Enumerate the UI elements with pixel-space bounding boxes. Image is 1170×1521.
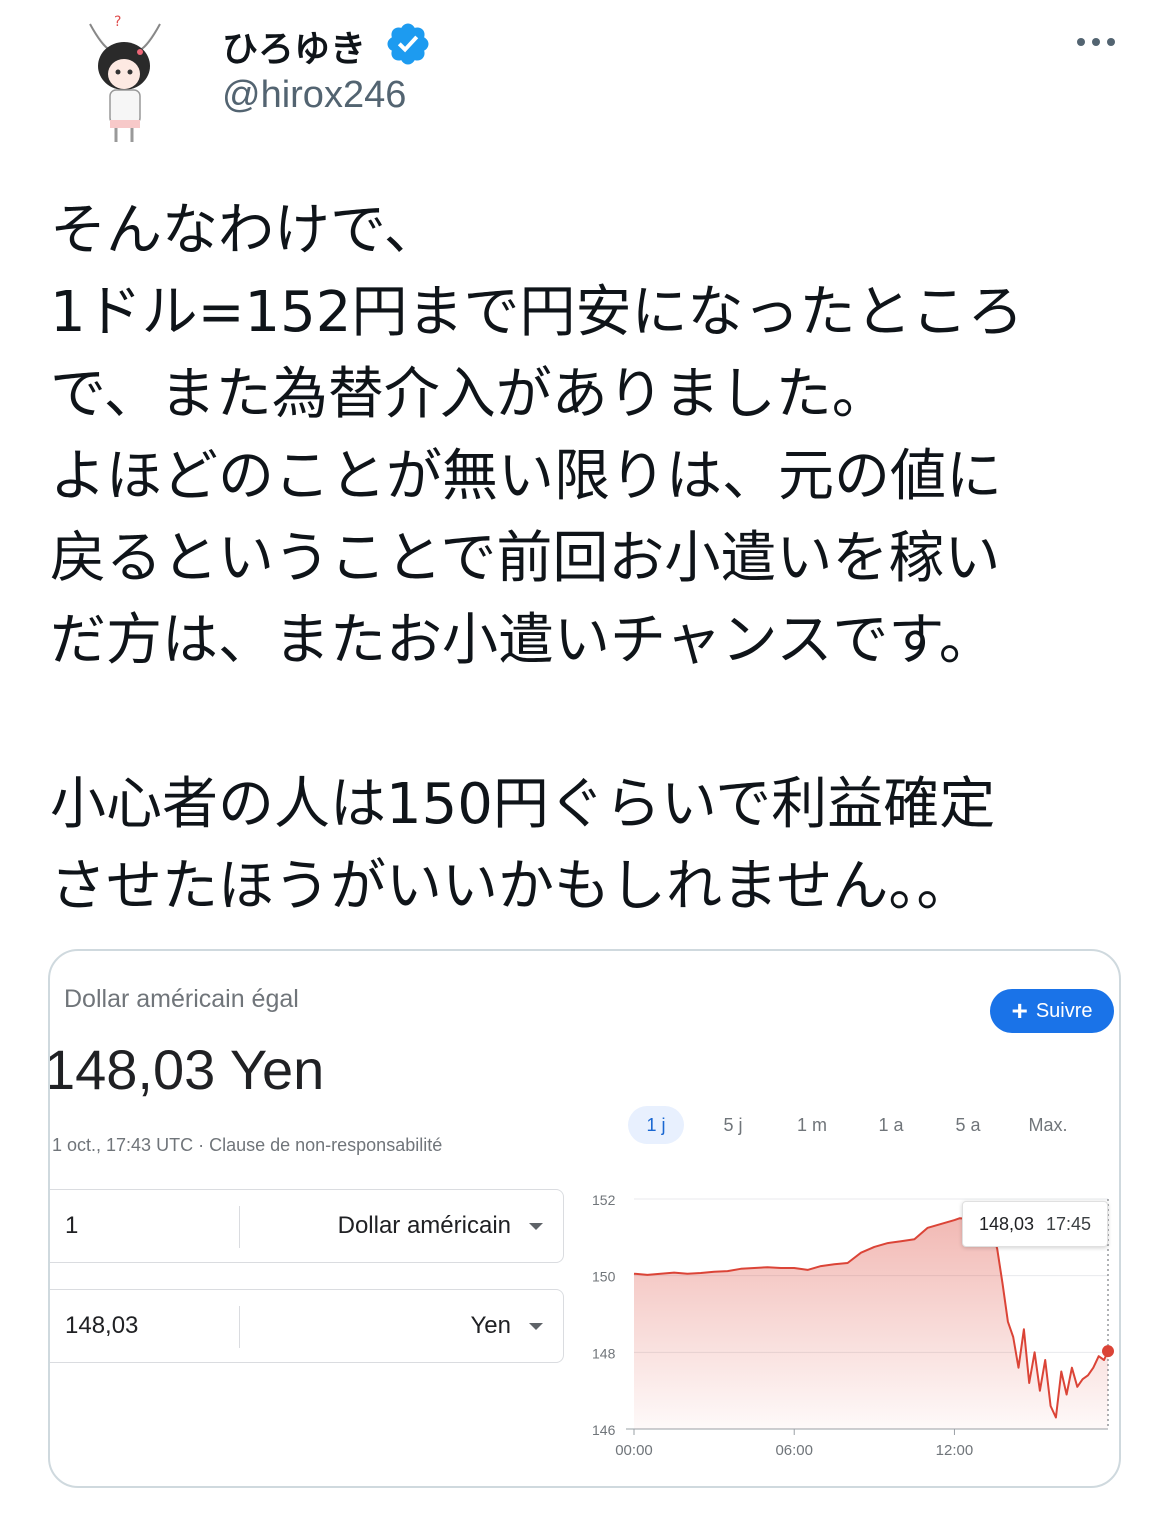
range-tab-1j[interactable]: 1 j bbox=[628, 1106, 684, 1144]
follow-label: Suivre bbox=[1035, 999, 1093, 1022]
author-handle[interactable]: @hirox246 bbox=[222, 74, 406, 117]
to-currency-field[interactable]: 148,03 Yen bbox=[50, 1289, 564, 1363]
tooltip-time: 17:45 bbox=[1046, 1213, 1092, 1234]
x-tick-label: 06:00 bbox=[775, 1442, 813, 1459]
x-tick-label: 12:00 bbox=[936, 1442, 974, 1459]
y-tick-label: 152 bbox=[592, 1192, 616, 1208]
plus-icon: + bbox=[1011, 995, 1028, 1026]
range-tab-max[interactable]: Max. bbox=[1016, 1106, 1080, 1144]
tweet-line: 戻るということで前回お小遣いを稼い bbox=[50, 526, 1001, 591]
svg-text:?: ? bbox=[114, 14, 121, 30]
from-amount[interactable]: 1 bbox=[65, 1212, 78, 1240]
verified-badge-icon bbox=[387, 23, 429, 65]
follow-button[interactable]: + Suivre bbox=[990, 989, 1114, 1033]
to-amount[interactable]: 148,03 bbox=[65, 1312, 138, 1340]
field-divider bbox=[239, 1206, 240, 1248]
timestamp: 1 oct., 17:43 UTC bbox=[52, 1135, 194, 1155]
tweet-line: で、また為替介入がありました。 bbox=[50, 362, 888, 427]
avatar[interactable]: ? bbox=[52, 4, 200, 152]
separator: · bbox=[193, 1135, 210, 1155]
more-icon[interactable] bbox=[1068, 22, 1124, 62]
chart-tooltip: 148,03 17:45 bbox=[962, 1201, 1108, 1247]
avatar-illustration: ? bbox=[89, 14, 161, 142]
attached-image[interactable]: Dollar américain égal 148,03 Yen 1 oct.,… bbox=[48, 949, 1121, 1488]
converted-price: 148,03 Yen bbox=[48, 1038, 325, 1101]
tweet-line: そんなわけで、 bbox=[50, 198, 440, 263]
tweet-text: そんなわけで、 1ドル=152円まで円安になったところ で、また為替介入がありま… bbox=[50, 190, 1140, 928]
y-tick-label: 146 bbox=[592, 1422, 616, 1438]
x-tick-label: 00:00 bbox=[615, 1442, 653, 1459]
tweet-line: 1ドル=152円まで円安になったところ bbox=[50, 280, 1024, 345]
range-tabs: 1 j 5 j 1 m 1 a 5 a Max. bbox=[628, 1106, 1108, 1144]
timestamp-line: 1 oct., 17:43 UTC · Clause de non-respon… bbox=[52, 1135, 442, 1156]
converter-title: Dollar américain égal bbox=[64, 985, 299, 1013]
y-tick-label: 148 bbox=[592, 1345, 616, 1361]
range-tab-1a[interactable]: 1 a bbox=[866, 1106, 916, 1144]
author-name[interactable]: ひろゆき bbox=[222, 20, 366, 72]
tooltip-value: 148,03 bbox=[978, 1213, 1034, 1234]
tweet-line: だ方は、またお小遣いチャンスです。 bbox=[50, 608, 995, 673]
chevron-down-icon[interactable] bbox=[529, 1223, 543, 1230]
from-unit-select[interactable]: Dollar américain bbox=[338, 1212, 511, 1240]
tweet-line: よほどのことが無い限りは、元の値に bbox=[50, 444, 1002, 509]
tweet-line: させたほうがいいかもしれません。。 bbox=[50, 854, 973, 919]
chevron-down-icon[interactable] bbox=[529, 1323, 543, 1330]
y-tick-label: 150 bbox=[592, 1269, 616, 1285]
to-unit-select[interactable]: Yen bbox=[471, 1312, 512, 1340]
tweet-line: 小心者の人は150円ぐらいで利益確定 bbox=[50, 772, 996, 837]
range-tab-5j[interactable]: 5 j bbox=[708, 1106, 758, 1144]
current-point-marker bbox=[1102, 1345, 1114, 1358]
disclaimer-link[interactable]: Clause de non-responsabilité bbox=[209, 1135, 442, 1155]
field-divider bbox=[239, 1306, 240, 1348]
range-tab-1m[interactable]: 1 m bbox=[784, 1106, 840, 1144]
from-currency-field[interactable]: 1 Dollar américain bbox=[50, 1189, 564, 1263]
range-tab-5a[interactable]: 5 a bbox=[940, 1106, 996, 1144]
